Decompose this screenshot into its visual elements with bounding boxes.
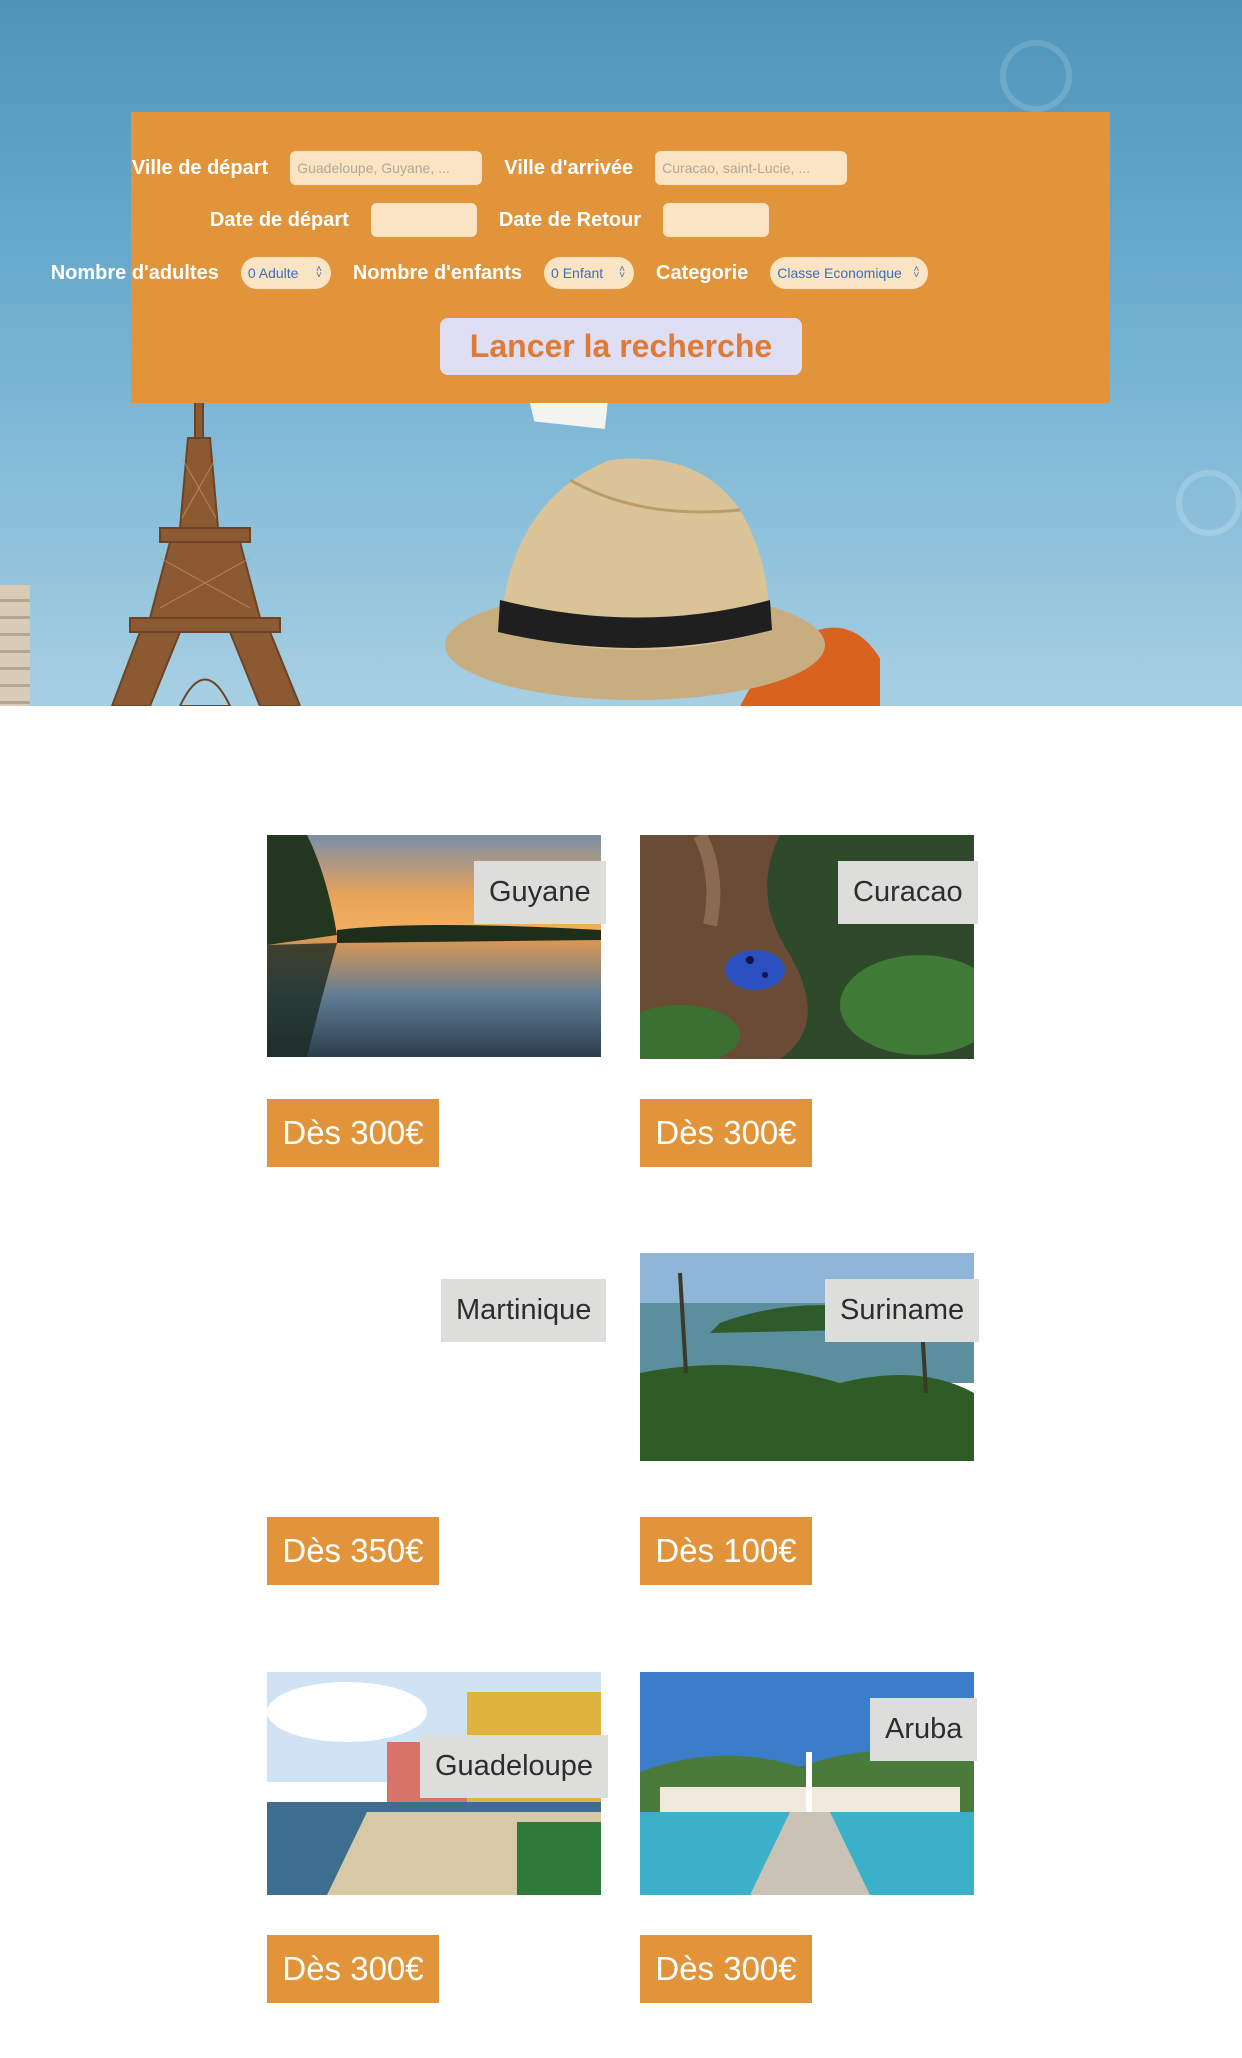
arrival-city-label: Ville d'arrivée bbox=[504, 156, 634, 179]
departure-date-input[interactable] bbox=[370, 203, 477, 237]
destination-name: Suriname bbox=[825, 1279, 980, 1342]
search-button[interactable]: Lancer la recherche bbox=[440, 318, 802, 375]
adults-select[interactable]: 0 Adulte ˄ ˅ bbox=[240, 257, 331, 289]
adults-select-value: 0 Adulte bbox=[247, 265, 299, 281]
select-chevron-icon: ˄ ˅ bbox=[619, 264, 626, 281]
select-chevron-icon: ˄ ˅ bbox=[913, 264, 920, 281]
destination-name: Guadeloupe bbox=[420, 1735, 609, 1798]
straw-hat-image bbox=[445, 458, 880, 706]
destination-price: Dès 300€ bbox=[640, 1099, 812, 1167]
destination-price: Dès 100€ bbox=[640, 1517, 812, 1585]
children-label: Nombre d'enfants bbox=[352, 261, 523, 284]
search-row-travelers: Nombre d'adultes 0 Adulte ˄ ˅ Nombre d'en… bbox=[0, 255, 979, 291]
destination-name: Martinique bbox=[441, 1279, 607, 1342]
adults-label: Nombre d'adultes bbox=[50, 261, 219, 284]
destination-price: Dès 300€ bbox=[640, 1935, 812, 2003]
watermark-logo bbox=[1176, 470, 1242, 536]
pisa-tower-image bbox=[0, 585, 30, 706]
eiffel-tower-image bbox=[110, 398, 302, 706]
destination-price: Dès 350€ bbox=[267, 1517, 439, 1585]
children-select[interactable]: 0 Enfant ˄ ˅ bbox=[544, 257, 635, 289]
watermark-logo bbox=[1000, 40, 1072, 112]
category-select-value: Classe Economique bbox=[777, 265, 902, 281]
arrival-city-input[interactable] bbox=[655, 151, 848, 185]
children-select-value: 0 Enfant bbox=[551, 265, 604, 281]
departure-city-input[interactable] bbox=[290, 151, 483, 185]
return-date-input[interactable] bbox=[663, 203, 770, 237]
destination-name: Aruba bbox=[870, 1698, 978, 1761]
hero-banner: Ville de départ Ville d'arrivée Date de … bbox=[0, 0, 1242, 706]
destination-name: Curacao bbox=[838, 861, 978, 924]
category-select[interactable]: Classe Economique ˄ ˅ bbox=[770, 257, 929, 289]
search-row-dates: Date de départ Date de Retour bbox=[0, 202, 979, 238]
destination-price: Dès 300€ bbox=[267, 1935, 439, 2003]
return-date-label: Date de Retour bbox=[498, 208, 642, 231]
destination-price: Dès 300€ bbox=[267, 1099, 439, 1167]
category-label: Categorie bbox=[656, 261, 749, 284]
departure-city-label: Ville de départ bbox=[131, 156, 269, 179]
departure-date-label: Date de départ bbox=[209, 208, 349, 231]
select-chevron-icon: ˄ ˅ bbox=[315, 264, 322, 281]
destination-name: Guyane bbox=[474, 861, 606, 924]
search-row-cities: Ville de départ Ville d'arrivée bbox=[0, 150, 979, 186]
